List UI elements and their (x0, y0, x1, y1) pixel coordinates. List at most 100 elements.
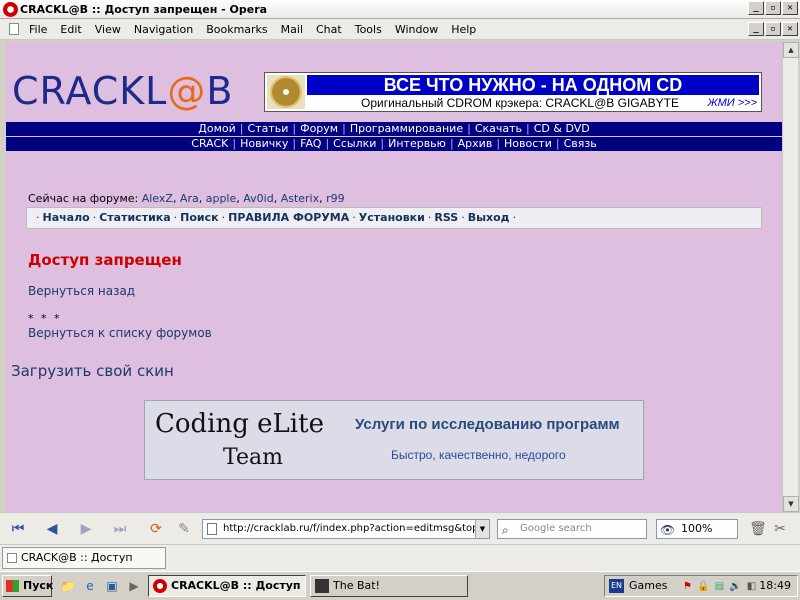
forum-menu-rss[interactable]: RSS (434, 211, 458, 224)
doc-close-button[interactable]: ✕ (782, 22, 798, 36)
nav-faq[interactable]: FAQ (300, 137, 321, 150)
network-icon[interactable]: ⚑ (681, 580, 694, 593)
nav-home[interactable]: Домой (198, 122, 236, 135)
games-label[interactable]: Games (629, 579, 667, 592)
document-window-controls: _ ▫ ✕ (748, 22, 798, 36)
separator-stars: * * * (28, 312, 62, 325)
trash-icon[interactable]: 🗑 (748, 520, 768, 538)
nav-separator: | (325, 137, 330, 150)
banner-headline: ВСЕ ЧТО НУЖНО - НА ОДНОМ CD (307, 75, 759, 95)
rewind-icon[interactable]: ⏮ (8, 520, 28, 538)
forum-menu-logout[interactable]: Выход (468, 211, 510, 224)
menu-help[interactable]: Help (451, 23, 476, 36)
forward-icon[interactable]: ▶ (76, 520, 96, 538)
menu-window[interactable]: Window (395, 23, 438, 36)
coding-elite-ad[interactable]: Coding eLite Team Услуги по исследованию… (144, 400, 644, 480)
search-placeholder: Google search (520, 523, 592, 534)
online-user[interactable]: AlexZ (142, 192, 173, 205)
clock: 18:49 (759, 579, 791, 592)
nav-forum[interactable]: Форум (300, 122, 338, 135)
menu-edit[interactable]: Edit (60, 23, 81, 36)
online-user[interactable]: apple (206, 192, 237, 205)
nav-contact[interactable]: Связь (564, 137, 597, 150)
tray-app-icon[interactable]: ◧ (745, 580, 758, 593)
desktop-icon[interactable]: ▣ (104, 578, 120, 594)
address-dropdown-icon[interactable]: ▼ (475, 520, 489, 538)
forum-list-link[interactable]: Вернуться к списку форумов (28, 326, 212, 340)
upload-skin-link[interactable]: Загрузить свой скин (11, 362, 174, 380)
online-user[interactable]: Ara (180, 192, 199, 205)
minimize-button[interactable]: _ (748, 1, 764, 15)
language-indicator[interactable]: EN (609, 579, 624, 593)
menu-mail[interactable]: Mail (281, 23, 303, 36)
media-icon[interactable]: ▶ (126, 578, 142, 594)
zoom-control[interactable]: 👁 100% (656, 519, 738, 539)
menu-file[interactable]: File (29, 23, 47, 36)
banner-cta[interactable]: ЖМИ >>> (708, 97, 757, 109)
scroll-down-icon[interactable]: ▼ (783, 496, 799, 512)
nav-links[interactable]: Ссылки (333, 137, 376, 150)
nav-newbie[interactable]: Новичку (240, 137, 288, 150)
menu-view[interactable]: View (95, 23, 121, 36)
forum-menu-search[interactable]: Поиск (180, 211, 218, 224)
nav-programming[interactable]: Программирование (350, 122, 463, 135)
menu-bookmarks[interactable]: Bookmarks (206, 23, 267, 36)
task-thebat[interactable]: The Bat! (310, 575, 468, 597)
menu-tools[interactable]: Tools (355, 23, 382, 36)
speaker-icon[interactable]: 🔊 (729, 580, 742, 593)
tools-icon[interactable]: ✂ (770, 520, 790, 538)
nav-separator: | (526, 122, 530, 135)
edit-icon[interactable]: ✎ (174, 520, 194, 538)
document-icon (9, 23, 19, 35)
logo-at: @ (167, 69, 207, 113)
tab-current[interactable]: CRACK@B :: Доступ запр... (2, 547, 166, 584)
doc-minimize-button[interactable]: _ (748, 22, 764, 36)
address-field[interactable]: http://cracklab.ru/f/index.php?action=ed… (202, 519, 490, 539)
forum-menu-home[interactable]: Начало (43, 211, 90, 224)
maximize-button[interactable]: ▫ (765, 1, 781, 15)
scroll-up-icon[interactable]: ▲ (783, 42, 799, 58)
menu-navigation[interactable]: Navigation (134, 23, 193, 36)
opera-icon (153, 579, 167, 593)
windows-logo-icon (6, 580, 19, 592)
ad-service: Услуги по исследованию программ (355, 416, 620, 433)
back-link[interactable]: Вернуться назад (28, 284, 135, 298)
online-user[interactable]: Asterix (281, 192, 319, 205)
nav-news[interactable]: Новости (504, 137, 552, 150)
folder-icon[interactable]: 📁 (60, 578, 76, 594)
start-button[interactable]: Пуск (2, 575, 54, 597)
address-value: http://cracklab.ru/f/index.php?action=ed… (223, 523, 479, 534)
system-tray: EN Games ⚑ 🔒 ▤ 🔊 ◧ 18:49 (604, 575, 798, 597)
security-icon[interactable]: 🔒 (697, 580, 710, 593)
nav-articles[interactable]: Статьи (248, 122, 289, 135)
monitor-icon[interactable]: ▤ (713, 580, 726, 593)
fast-forward-icon[interactable]: ⏭ (110, 520, 130, 538)
cd-banner[interactable]: ВСЕ ЧТО НУЖНО - НА ОДНОМ CD Оригинальный… (264, 72, 762, 112)
task-opera[interactable]: CRACKL@B :: Доступ ... (148, 575, 306, 597)
eye-icon: 👁 (660, 523, 676, 537)
online-user[interactable]: Av0id (243, 192, 273, 205)
nav-download[interactable]: Скачать (475, 122, 522, 135)
online-user[interactable]: r99 (326, 192, 345, 205)
forum-menu-settings[interactable]: Установки (359, 211, 425, 224)
start-label: Пуск (23, 579, 54, 592)
search-field[interactable]: ⌕ Google search (497, 519, 647, 539)
doc-restore-button[interactable]: ▫ (765, 22, 781, 36)
page-viewport: CRACKL@B ВСЕ ЧТО НУЖНО - НА ОДНОМ CD Ори… (6, 42, 782, 512)
forum-menu-stats[interactable]: Статистика (99, 211, 170, 224)
nav-separator: | (380, 137, 385, 150)
site-logo[interactable]: CRACKL@B (12, 69, 233, 113)
vertical-scrollbar[interactable]: ▲ ▼ (782, 42, 799, 512)
nav-crack[interactable]: CRACK (191, 137, 228, 150)
banner-subline: Оригинальный CDROM крэкера: CRACKL@B GIG… (361, 96, 679, 110)
reload-icon[interactable]: ⟳ (146, 520, 166, 538)
back-icon[interactable]: ◀ (42, 520, 62, 538)
nav-interviews[interactable]: Интервью (388, 137, 446, 150)
forum-menu-rules[interactable]: ПРАВИЛА ФОРУМА (228, 211, 349, 224)
close-button[interactable]: ✕ (782, 1, 798, 15)
nav-archive[interactable]: Архив (458, 137, 493, 150)
ad-tagline: Быстро, качественно, недорого (391, 448, 566, 462)
nav-cd-dvd[interactable]: CD & DVD (534, 122, 590, 135)
menu-chat[interactable]: Chat (316, 23, 342, 36)
ie-icon[interactable]: e (82, 578, 98, 594)
